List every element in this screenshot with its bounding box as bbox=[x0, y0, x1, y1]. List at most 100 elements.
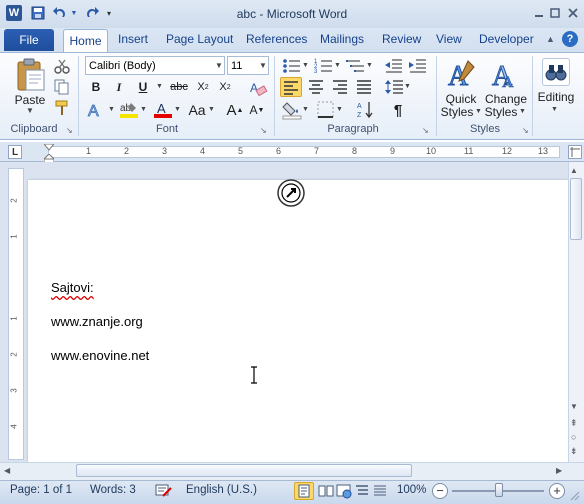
shading-icon[interactable] bbox=[282, 100, 302, 120]
format-painter-icon[interactable] bbox=[54, 100, 70, 116]
multilevel-dropdown-icon[interactable]: ▼ bbox=[366, 62, 373, 69]
strikethrough-button[interactable]: abc bbox=[168, 78, 190, 96]
borders-icon[interactable] bbox=[316, 100, 336, 120]
font-launcher-icon[interactable]: ↘ bbox=[260, 126, 267, 135]
zoom-in-button[interactable]: + bbox=[549, 483, 565, 499]
show-formatting-marks-button[interactable]: ¶ bbox=[388, 100, 408, 120]
scroll-left-icon[interactable]: ◀ bbox=[4, 466, 10, 475]
tab-developer[interactable]: Developer bbox=[479, 32, 534, 50]
full-screen-reading-icon[interactable] bbox=[318, 483, 334, 499]
tab-view[interactable]: View bbox=[436, 32, 462, 50]
scroll-up-icon[interactable]: ▲ bbox=[570, 166, 578, 175]
shrink-font-button[interactable]: A ▼ bbox=[248, 100, 266, 120]
copy-icon[interactable] bbox=[54, 79, 70, 95]
font-size-arrow-icon[interactable]: ▼ bbox=[259, 61, 267, 70]
next-page-icon[interactable]: ⇟ bbox=[570, 446, 578, 457]
font-name-dropdown[interactable]: Calibri (Body) bbox=[85, 56, 225, 75]
italic-button[interactable]: I bbox=[110, 78, 128, 96]
close-icon[interactable] bbox=[564, 6, 582, 20]
horizontal-scroll-thumb[interactable] bbox=[76, 464, 412, 477]
doc-line-3[interactable]: www.enovine.net bbox=[51, 348, 149, 363]
decrease-indent-icon[interactable] bbox=[384, 57, 404, 75]
change-styles-label-line2[interactable]: Styles bbox=[484, 105, 518, 119]
line-spacing-icon[interactable] bbox=[384, 78, 404, 96]
align-left-button[interactable] bbox=[280, 77, 302, 97]
editing-dropdown-icon[interactable]: ▼ bbox=[551, 106, 558, 113]
outline-view-icon[interactable] bbox=[354, 483, 370, 499]
underline-button[interactable]: U bbox=[134, 78, 152, 96]
tab-selector-button[interactable]: L bbox=[8, 145, 22, 159]
align-right-icon[interactable] bbox=[330, 78, 350, 96]
font-color-dropdown-icon[interactable]: ▼ bbox=[174, 106, 181, 113]
help-icon[interactable]: ? bbox=[562, 31, 578, 47]
restore-icon[interactable] bbox=[546, 6, 564, 20]
tab-insert[interactable]: Insert bbox=[118, 32, 148, 50]
numbering-icon[interactable]: 123 bbox=[314, 57, 334, 75]
quick-styles-icon[interactable]: A bbox=[444, 57, 478, 93]
bold-button[interactable]: B bbox=[87, 78, 105, 96]
change-styles-label-line1[interactable]: Change bbox=[484, 92, 528, 106]
zoom-level[interactable]: 100% bbox=[397, 484, 426, 496]
zoom-slider-thumb[interactable] bbox=[495, 483, 503, 497]
select-browse-object-icon[interactable]: ○ bbox=[571, 432, 576, 442]
page-break-hide-whitespace-icon[interactable] bbox=[276, 178, 306, 208]
tab-review[interactable]: Review bbox=[382, 32, 421, 50]
zoom-out-button[interactable]: − bbox=[432, 483, 448, 499]
borders-dropdown-icon[interactable]: ▼ bbox=[336, 106, 343, 113]
shading-dropdown-icon[interactable]: ▼ bbox=[302, 106, 309, 113]
vertical-ruler[interactable] bbox=[8, 168, 24, 460]
quick-styles-label-line1[interactable]: Quick bbox=[442, 92, 480, 106]
grow-font-button[interactable]: A ▲ bbox=[226, 100, 244, 120]
cut-icon[interactable] bbox=[54, 58, 70, 74]
tab-references[interactable]: References bbox=[246, 32, 307, 50]
highlight-dropdown-icon[interactable]: ▼ bbox=[140, 106, 147, 113]
proofing-errors-icon[interactable] bbox=[154, 482, 172, 500]
scroll-right-icon[interactable]: ▶ bbox=[556, 466, 562, 475]
draft-view-icon[interactable] bbox=[372, 483, 388, 499]
numbering-dropdown-icon[interactable]: ▼ bbox=[334, 62, 341, 69]
text-effects-icon[interactable]: A bbox=[86, 100, 108, 121]
styles-launcher-icon[interactable]: ↘ bbox=[522, 126, 529, 135]
increase-indent-icon[interactable] bbox=[408, 57, 428, 75]
view-ruler-toggle-icon[interactable] bbox=[568, 145, 582, 159]
subscript-button[interactable]: X2 bbox=[194, 78, 212, 96]
editing-button[interactable]: Editing bbox=[534, 90, 578, 104]
previous-page-icon[interactable]: ⇞ bbox=[570, 418, 578, 429]
print-layout-view-button[interactable] bbox=[294, 482, 314, 500]
tab-home[interactable]: Home bbox=[63, 29, 108, 52]
align-center-icon[interactable] bbox=[306, 78, 326, 96]
multilevel-list-icon[interactable] bbox=[346, 57, 366, 75]
bullets-icon[interactable] bbox=[282, 57, 302, 75]
page-count[interactable]: Page: 1 of 1 bbox=[10, 484, 72, 496]
justify-icon[interactable] bbox=[354, 78, 374, 96]
sort-icon[interactable]: AZ bbox=[356, 100, 376, 120]
paste-button[interactable]: Paste bbox=[12, 93, 48, 107]
change-case-button[interactable]: Aa bbox=[186, 100, 208, 120]
resize-grip-icon[interactable] bbox=[570, 490, 580, 501]
language-indicator[interactable]: English (U.S.) bbox=[186, 484, 257, 496]
first-line-indent-marker-icon[interactable] bbox=[42, 143, 56, 153]
text-effects-dropdown-icon[interactable]: ▼ bbox=[108, 106, 115, 113]
vertical-scroll-thumb[interactable] bbox=[570, 178, 582, 240]
clipboard-launcher-icon[interactable]: ↘ bbox=[66, 126, 73, 135]
web-layout-icon[interactable] bbox=[336, 483, 352, 499]
change-styles-icon[interactable]: AA bbox=[488, 57, 522, 93]
scroll-down-icon[interactable]: ▼ bbox=[570, 402, 578, 411]
quick-styles-dropdown-icon[interactable]: ▼ bbox=[475, 108, 482, 115]
tab-file[interactable]: File bbox=[4, 29, 54, 51]
tab-page-layout[interactable]: Page Layout bbox=[166, 32, 233, 50]
doc-line-2[interactable]: www.znanje.org bbox=[51, 314, 143, 329]
bullets-dropdown-icon[interactable]: ▼ bbox=[302, 62, 309, 69]
doc-line-1[interactable]: Sajtovi: bbox=[51, 280, 94, 295]
underline-dropdown-icon[interactable]: ▼ bbox=[156, 83, 163, 90]
highlight-icon[interactable]: ab bbox=[118, 100, 140, 120]
line-spacing-dropdown-icon[interactable]: ▼ bbox=[404, 83, 411, 90]
editing-binoculars-icon[interactable] bbox=[542, 58, 570, 86]
paste-icon[interactable] bbox=[14, 58, 48, 92]
quick-styles-label-line2[interactable]: Styles bbox=[440, 105, 474, 119]
font-name-arrow-icon[interactable]: ▼ bbox=[215, 61, 223, 70]
paste-dropdown-icon[interactable]: ▼ bbox=[26, 106, 34, 115]
minimize-ribbon-icon[interactable]: ▲ bbox=[546, 34, 555, 44]
superscript-button[interactable]: X2 bbox=[216, 78, 234, 96]
tab-mailings[interactable]: Mailings bbox=[320, 32, 364, 50]
